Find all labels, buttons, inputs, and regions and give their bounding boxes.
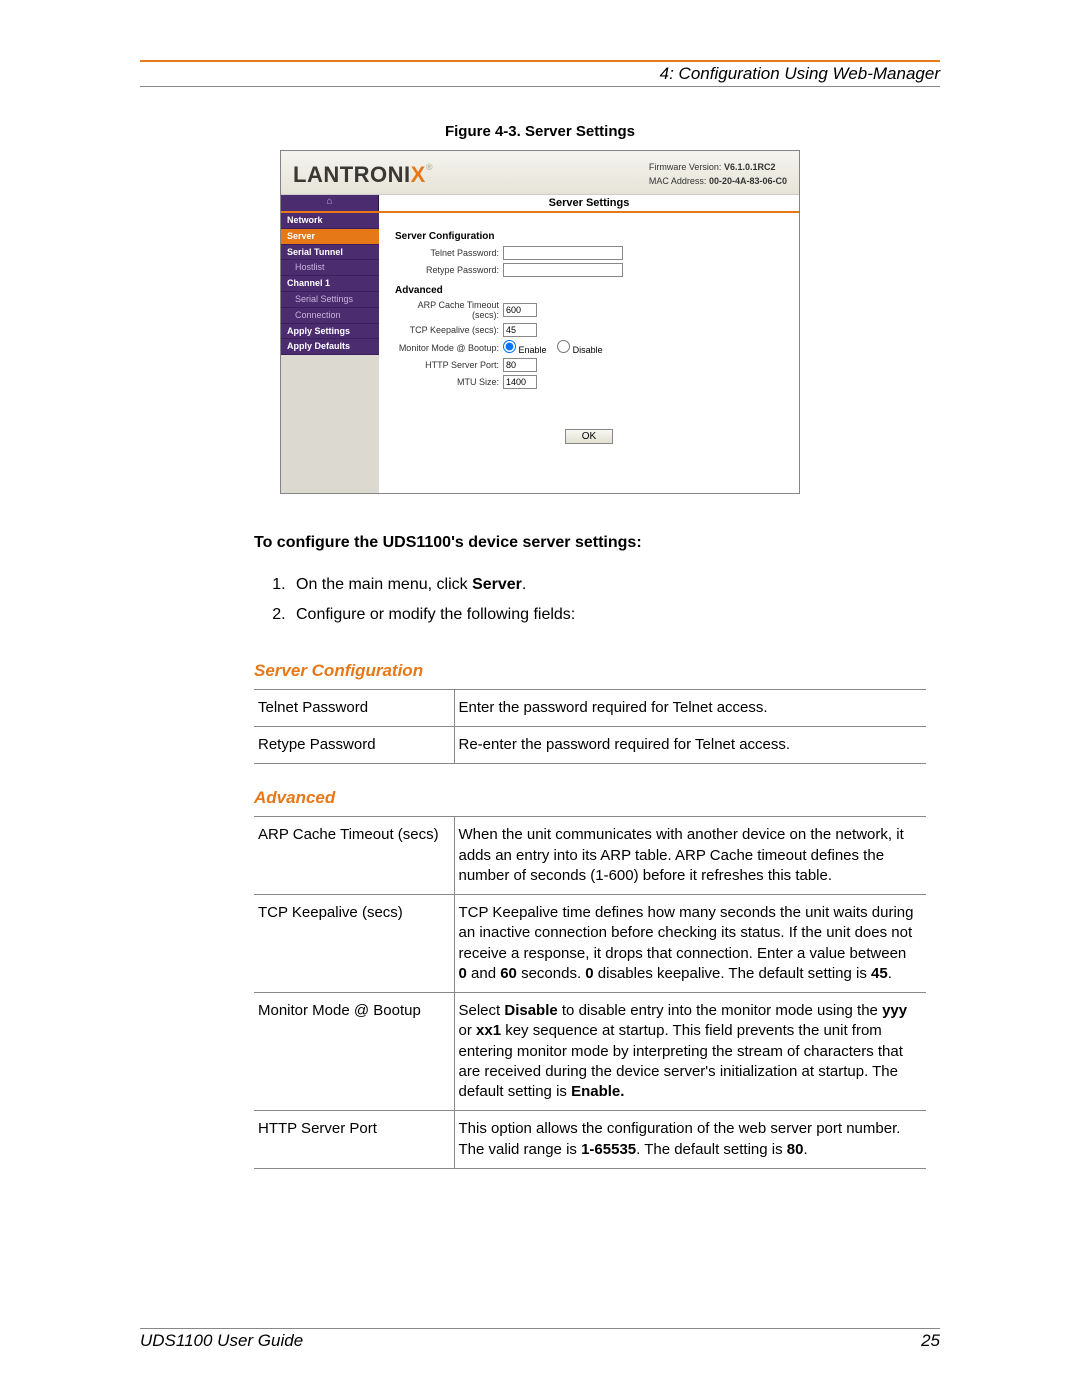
label-disable: Disable [573,345,603,355]
input-mtu[interactable] [503,375,537,389]
sidebar-nav: Network Server Serial Tunnel Hostlist Ch… [281,213,379,493]
label-enable: Enable [519,345,547,355]
cell-label: TCP Keepalive (secs) [254,895,454,993]
ok-button[interactable]: OK [565,429,613,444]
input-tcp[interactable] [503,323,537,337]
step-1: On the main menu, click Server. [290,570,940,600]
header-info: Firmware Version: V6.1.0.1RC2 MAC Addres… [649,161,787,188]
nav-serial-settings[interactable]: Serial Settings [281,292,379,308]
cell-desc: This option allows the configuration of … [454,1111,926,1169]
input-http[interactable] [503,358,537,372]
cell-label: HTTP Server Port [254,1111,454,1169]
panel-title: Server Settings [379,195,799,211]
screenshot: LANTRONIX® Firmware Version: V6.1.0.1RC2… [280,150,800,494]
label-monitor: Monitor Mode @ Bootup: [395,343,503,353]
cell-label: Retype Password [254,727,454,764]
cell-desc: Enter the password required for Telnet a… [454,689,926,726]
figure-caption: Figure 4-3. Server Settings [140,123,940,140]
label-http: HTTP Server Port: [395,360,503,370]
nav-hostlist[interactable]: Hostlist [281,260,379,276]
firmware-label: Firmware Version: [649,162,722,172]
mac-label: MAC Address: [649,176,707,186]
footer: UDS1100 User Guide 25 [140,1328,940,1351]
nav-apply-defaults[interactable]: Apply Defaults [281,339,379,355]
step-2: Configure or modify the following fields… [290,600,940,630]
nav-channel1[interactable]: Channel 1 [281,276,379,292]
cell-label: Monitor Mode @ Bootup [254,993,454,1111]
logo: LANTRONIX® [293,162,433,188]
steps-list: On the main menu, click Server. Configur… [290,570,940,631]
firmware-value: V6.1.0.1RC2 [724,162,776,172]
cell-label: ARP Cache Timeout (secs) [254,817,454,895]
table-row: Telnet Password Enter the password requi… [254,689,926,726]
nav-connection[interactable]: Connection [281,308,379,324]
table-server-config: Telnet Password Enter the password requi… [254,689,926,765]
footer-title: UDS1100 User Guide [140,1331,303,1351]
table-row: Retype Password Re-enter the password re… [254,727,926,764]
cell-desc: Re-enter the password required for Telne… [454,727,926,764]
section-server-config: Server Configuration [395,231,783,242]
chapter-header: 4: Configuration Using Web-Manager [140,64,940,87]
label-mtu: MTU Size: [395,377,503,387]
table-row: Monitor Mode @ Bootup Select Disable to … [254,993,926,1111]
cell-desc: Select Disable to disable entry into the… [454,993,926,1111]
intro: To configure the UDS1100's device server… [254,534,940,552]
table-row: TCP Keepalive (secs) TCP Keepalive time … [254,895,926,993]
label-arp: ARP Cache Timeout (secs): [395,300,503,320]
cell-desc: When the unit communicates with another … [454,817,926,895]
nav-apply-settings[interactable]: Apply Settings [281,324,379,340]
page-number: 25 [921,1331,940,1351]
logo-x: X [411,162,426,187]
input-arp[interactable] [503,303,537,317]
table-row: ARP Cache Timeout (secs) When the unit c… [254,817,926,895]
label-retype-password: Retype Password: [395,265,503,275]
cell-label: Telnet Password [254,689,454,726]
nav-serial-tunnel[interactable]: Serial Tunnel [281,245,379,261]
nav-network[interactable]: Network [281,213,379,229]
mac-value: 00-20-4A-83-06-C0 [709,176,787,186]
logo-text: LANTRONI [293,162,411,187]
label-telnet-password: Telnet Password: [395,248,503,258]
section-heading-server-config: Server Configuration [254,661,940,681]
nav-server[interactable]: Server [281,229,379,245]
table-advanced: ARP Cache Timeout (secs) When the unit c… [254,816,926,1169]
cell-desc: TCP Keepalive time defines how many seco… [454,895,926,993]
radio-disable[interactable] [557,340,570,353]
radio-enable[interactable] [503,340,516,353]
section-heading-advanced: Advanced [254,788,940,808]
home-icon[interactable]: ⌂ [281,195,379,211]
label-tcp: TCP Keepalive (secs): [395,325,503,335]
table-row: HTTP Server Port This option allows the … [254,1111,926,1169]
input-retype-password[interactable] [503,263,623,277]
input-telnet-password[interactable] [503,246,623,260]
section-advanced: Advanced [395,285,783,296]
